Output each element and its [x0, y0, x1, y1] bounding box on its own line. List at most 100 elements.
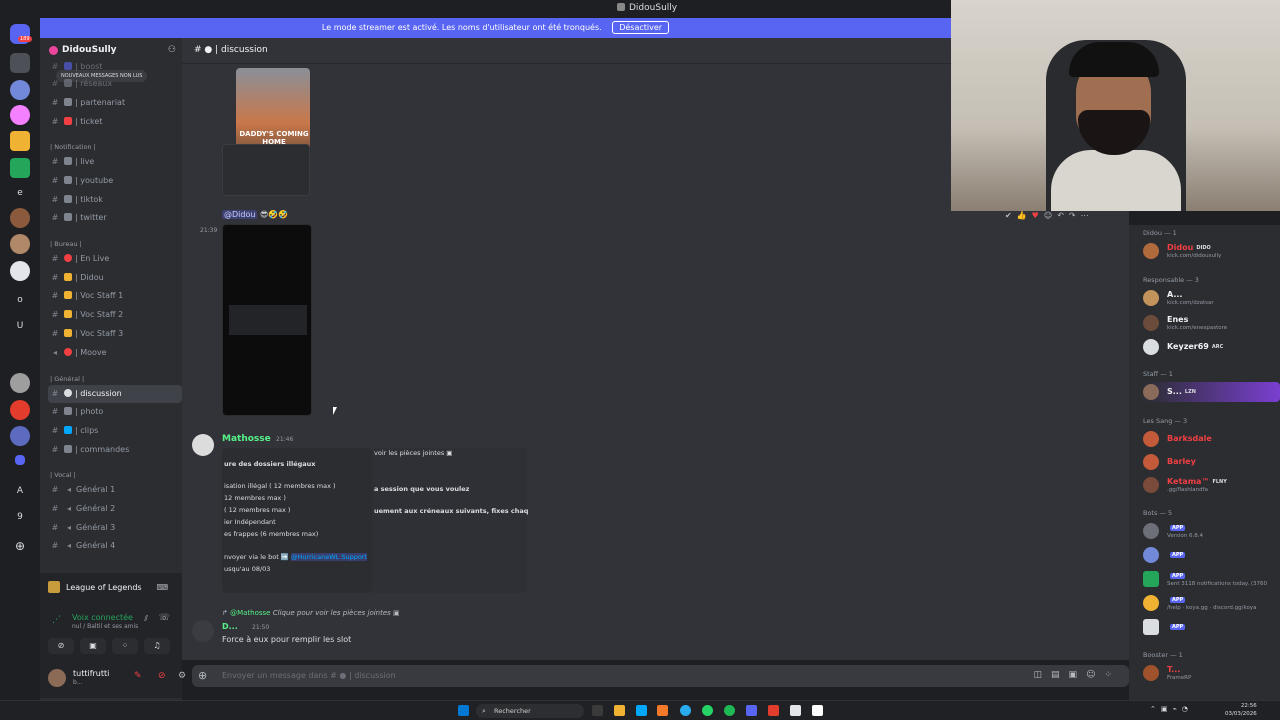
file-explorer-icon[interactable] — [614, 705, 625, 716]
channel-partenariat[interactable]: # | partenariat — [48, 94, 182, 112]
server-icon[interactable] — [10, 426, 30, 446]
noise-suppression-icon[interactable]: ⫽ — [144, 614, 148, 624]
mute-icon[interactable]: ✎ — [134, 671, 142, 681]
voice-channel-general-3[interactable]: # ◂ Général 3 — [48, 519, 182, 537]
more-icon[interactable]: ⋯ — [1081, 211, 1094, 220]
user-mention[interactable]: @Didou — [222, 210, 258, 219]
channel-clips[interactable]: # | clips — [48, 422, 182, 440]
system-tray[interactable]: ⌃▣⌁◔ — [1150, 705, 1193, 713]
channel-youtube[interactable]: # | youtube — [48, 172, 182, 190]
add-reaction-icon[interactable]: ☺ — [1044, 211, 1057, 220]
server-icon[interactable]: e — [10, 183, 30, 203]
server-icon[interactable] — [10, 80, 30, 100]
member-item[interactable]: Keyzer69 ARC — [1143, 337, 1280, 357]
apps-icon[interactable]: ⁘ — [1104, 670, 1121, 680]
emoji-picker-icon[interactable]: ☺ — [1086, 670, 1104, 680]
settings-gear-icon[interactable]: ⚙ — [178, 671, 186, 681]
taskbar-search[interactable]: ⌕ Rechercher — [476, 704, 584, 718]
member-item[interactable]: APP Version 6.8.4 — [1143, 521, 1280, 541]
server-icon[interactable] — [10, 261, 30, 281]
controller-icon[interactable]: ⌨ — [156, 583, 168, 592]
channel-photo[interactable]: # | photo — [48, 403, 182, 421]
server-icon[interactable] — [10, 234, 30, 254]
member-item[interactable]: Barley — [1143, 452, 1280, 472]
channel-voc-staff-1[interactable]: # | Voc Staff 1 — [48, 287, 182, 305]
category-bureau[interactable]: | Bureau | — [50, 240, 82, 248]
discord-icon[interactable] — [746, 705, 757, 716]
reaction-heart-icon[interactable]: ♥ — [1032, 211, 1044, 220]
app-icon[interactable] — [768, 705, 779, 716]
avatar[interactable] — [192, 434, 214, 456]
reply-reference[interactable]: ↱ @Mathosse Clique pour voir les pièces … — [222, 609, 400, 617]
channel-voc-staff-2[interactable]: # | Voc Staff 2 — [48, 306, 182, 324]
embed-link[interactable]: @HurricaneWL Support — [291, 553, 368, 561]
server-icon[interactable] — [10, 131, 30, 151]
member-item[interactable]: T... FrameRP — [1143, 663, 1280, 683]
server-icon[interactable] — [10, 105, 30, 125]
member-item[interactable]: Ketama™ FLNY .gg/flashlandfa — [1143, 475, 1280, 495]
taskbar-clock[interactable]: 22:56 03/03/2026 — [1225, 702, 1257, 718]
disable-streamer-button[interactable]: Désactiver — [612, 21, 670, 34]
member-item[interactable]: Enes kick.com/enespastore — [1143, 313, 1280, 333]
channel-discussion[interactable]: # | discussion — [48, 385, 182, 403]
member-item[interactable]: APP /help · koya.gg · discord.gg/koya — [1143, 593, 1280, 613]
screenshare-button[interactable]: ▣ — [80, 638, 106, 654]
app-icon[interactable] — [790, 705, 801, 716]
forward-icon[interactable]: ↷ — [1069, 211, 1081, 220]
add-user-icon[interactable]: ⚇ — [168, 45, 176, 55]
server-icon[interactable]: U — [10, 316, 30, 336]
channel-twitter[interactable]: # | twitter — [48, 209, 182, 227]
member-item[interactable]: APP — [1143, 617, 1280, 637]
server-icon[interactable] — [10, 53, 30, 73]
attach-plus-icon[interactable]: ⊕ — [198, 669, 207, 682]
task-view-icon[interactable] — [592, 705, 603, 716]
gift-icon[interactable]: ◫ — [1034, 670, 1052, 680]
telegram-icon[interactable] — [680, 705, 691, 716]
sticker-icon[interactable]: ▣ — [1069, 670, 1087, 680]
message-composer[interactable]: ⊕ Envoyer un message dans # ● | discussi… — [192, 665, 1129, 687]
message-author[interactable]: Mathosse — [222, 434, 271, 444]
reaction-thumbs-icon[interactable]: 👍 — [1017, 211, 1032, 220]
channel-reseaux[interactable]: # | réseaux — [48, 75, 182, 93]
folder-icon[interactable] — [15, 455, 25, 465]
channel-tiktok[interactable]: # | tiktok — [48, 191, 182, 209]
server-icon[interactable]: o — [10, 290, 30, 310]
voice-connected-status[interactable]: Voix connectée — [72, 613, 133, 622]
reply-icon[interactable]: ↶ — [1057, 211, 1069, 220]
server-icon[interactable]: A — [10, 481, 30, 501]
category-notification[interactable]: | Notification | — [50, 143, 96, 151]
activity-game[interactable]: League of Legends — [48, 581, 142, 593]
member-item[interactable]: S... LZN — [1143, 382, 1280, 402]
message-image-screenshot[interactable] — [222, 144, 310, 196]
voice-channel-general-2[interactable]: # ◂ Général 2 — [48, 500, 182, 518]
member-item[interactable]: APP — [1143, 545, 1280, 565]
server-icon[interactable] — [10, 208, 30, 228]
notion-icon[interactable] — [812, 705, 823, 716]
channel-moove[interactable]: ◂ | Moove — [48, 344, 182, 362]
channel-commandes[interactable]: # | commandes — [48, 441, 182, 459]
whatsapp-icon[interactable] — [702, 705, 713, 716]
voice-channel-general-4[interactable]: # ◂ Général 4 — [48, 537, 182, 555]
category-general[interactable]: | Général | — [50, 375, 84, 383]
activities-button[interactable]: ⁘ — [112, 638, 138, 654]
channel-voc-staff-3[interactable]: # | Voc Staff 3 — [48, 325, 182, 343]
channel-en-live[interactable]: # | En Live — [48, 250, 182, 268]
avatar[interactable] — [192, 620, 214, 642]
reaction-check-icon[interactable]: ✔ — [1005, 211, 1017, 220]
member-item[interactable]: Didou DIDO kick.com/didousully — [1143, 241, 1280, 261]
server-icon[interactable]: 9 — [10, 507, 30, 527]
app-icon[interactable] — [636, 705, 647, 716]
category-vocal[interactable]: | Vocal | — [50, 471, 76, 479]
deafen-icon[interactable]: ⊘ — [158, 671, 166, 681]
member-item[interactable]: APP Sent 3118 notifications today. (3760 — [1143, 569, 1280, 589]
channel-boost[interactable]: # | boost — [48, 58, 182, 76]
channel-didou[interactable]: # | Didou — [48, 269, 182, 287]
disconnect-icon[interactable]: ☏ — [159, 613, 170, 623]
avatar[interactable] — [48, 669, 66, 687]
soundboard-button[interactable]: ♫ — [144, 638, 170, 654]
server-icon[interactable] — [10, 158, 30, 178]
signal-icon[interactable]: ⋰ — [52, 615, 61, 625]
server-icon[interactable] — [10, 373, 30, 393]
voice-channel-general-1[interactable]: # ◂ Général 1 — [48, 481, 182, 499]
server-icon[interactable] — [10, 400, 30, 420]
